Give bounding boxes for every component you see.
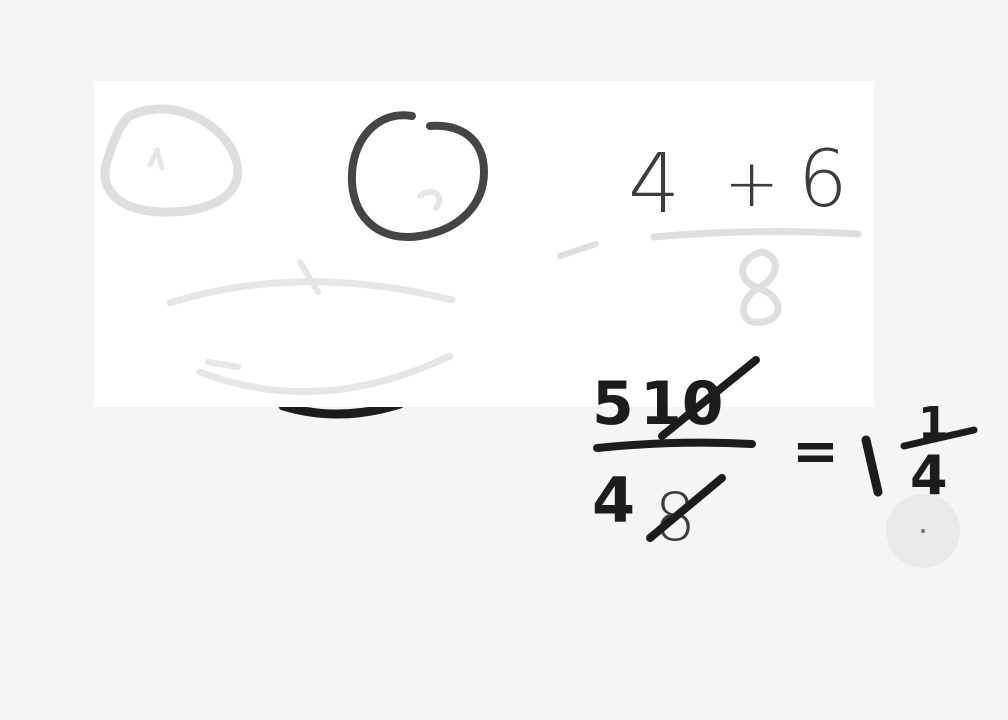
- whiteboard-canvas[interactable]: 4 + 6 5 10 4 8 = 1 1 4: [0, 0, 1008, 720]
- pen-cursor-icon: [886, 494, 960, 568]
